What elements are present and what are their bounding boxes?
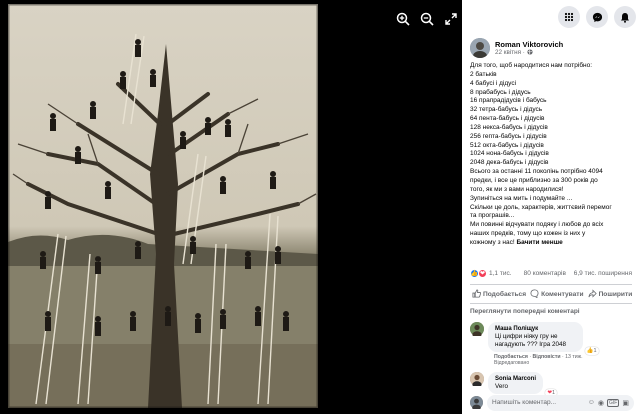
post-line: 1024 нона-бабусь і дідусів bbox=[470, 150, 549, 158]
fullscreen-icon[interactable] bbox=[442, 10, 460, 28]
comment-bubble: Маша Поліщук Ці цифри ніяку гру не нагад… bbox=[488, 322, 599, 355]
commenter-avatar[interactable] bbox=[470, 372, 484, 388]
share-button[interactable]: Поширити bbox=[586, 288, 635, 300]
post-line: Зупиніться на мить і подумайте ... bbox=[470, 194, 573, 202]
comment-text: нагадують ??? Ігра 2048 bbox=[495, 341, 567, 348]
post-line: Ми повинні відчувати подяку і любов до в… bbox=[470, 221, 604, 229]
commenter-name[interactable]: Маша Поліщук bbox=[495, 326, 538, 332]
messenger-icon[interactable] bbox=[586, 6, 608, 28]
comment-time[interactable]: · 13 тиж. bbox=[562, 354, 583, 360]
comment-button[interactable]: Коментувати bbox=[528, 288, 585, 300]
author-avatar[interactable] bbox=[470, 38, 490, 58]
comment-reaction-badge[interactable]: 👍1 bbox=[584, 347, 599, 355]
like-reaction-icon: 👍 bbox=[586, 348, 594, 354]
comment-bubble: Sonia Marconi Vero ❤1 bbox=[488, 372, 558, 397]
post-line: 256 гепта-бабусь і дідусів bbox=[470, 132, 547, 140]
comment-text: Vero bbox=[495, 383, 508, 390]
emoji-icon[interactable]: ☺ bbox=[588, 399, 595, 407]
composer-tools: ☺ ◉ GIF ▣ bbox=[588, 398, 629, 407]
view-previous-comments-link[interactable]: Переглянути попередні коментарі bbox=[470, 308, 580, 315]
sticker-icon[interactable]: ▣ bbox=[622, 399, 629, 407]
comment-item: Sonia Marconi Vero ❤1 bbox=[470, 372, 558, 397]
comment-text: Ці цифри ніяку гру не bbox=[495, 333, 558, 340]
post-body: Для того, щоб народитися нам потрібно: 2… bbox=[462, 58, 640, 248]
comment-count[interactable]: 80 коментарів bbox=[524, 270, 566, 277]
post-line: наших предків, тому що кожен із них у bbox=[470, 230, 586, 238]
comment-icon bbox=[530, 288, 539, 300]
post-date: 22 квітня · bbox=[495, 48, 563, 57]
camera-icon[interactable]: ◉ bbox=[598, 399, 604, 407]
notifications-icon[interactable] bbox=[614, 6, 636, 28]
post-line: предки, і все це приблизно за 300 років … bbox=[470, 176, 598, 184]
own-avatar[interactable] bbox=[470, 396, 483, 411]
commenter-avatar[interactable] bbox=[470, 322, 484, 338]
photo-viewer bbox=[0, 0, 462, 414]
zoom-out-icon[interactable] bbox=[418, 10, 436, 28]
love-reaction-icon: ❤ bbox=[478, 268, 487, 278]
comment-input-placeholder: Напишіть коментар... bbox=[492, 399, 557, 406]
comment-input[interactable]: Напишіть коментар... ☺ ◉ GIF ▣ bbox=[487, 394, 634, 411]
reaction-count[interactable]: 1,1 тис. bbox=[489, 270, 512, 277]
author-name[interactable]: Roman Viktorovich bbox=[495, 40, 563, 49]
post-date-text[interactable]: 22 квітня · bbox=[495, 49, 525, 56]
post-line: Для того, щоб народитися нам потрібно: bbox=[470, 62, 593, 69]
post-line: 2048 дека-бабусь і дідусів bbox=[470, 159, 549, 167]
thumbs-up-icon bbox=[472, 288, 482, 300]
viewer-toolbar bbox=[394, 10, 460, 28]
gif-icon[interactable]: GIF bbox=[607, 398, 620, 407]
post-line: 16 прапрадідусів і бабусь bbox=[470, 97, 547, 105]
post-header: Roman Viktorovich 22 квітня · bbox=[462, 34, 640, 58]
comment-label: Коментувати bbox=[541, 290, 584, 298]
post-line: та програшів... bbox=[470, 212, 515, 220]
comment-item: Маша Поліщук Ці цифри ніяку гру не нагад… bbox=[470, 322, 599, 366]
see-less-link[interactable]: Бачити менше bbox=[516, 239, 562, 246]
post-line: 4 бабусі і дідусі bbox=[470, 79, 517, 87]
zoom-in-icon[interactable] bbox=[394, 10, 412, 28]
globe-icon bbox=[527, 48, 533, 57]
grid-menu-icon[interactable] bbox=[558, 6, 580, 28]
post-line: 32 тетра-бабусь і дідусь bbox=[470, 106, 543, 114]
historical-family-tree-photo[interactable] bbox=[8, 4, 318, 408]
comment-reaction-count: 1 bbox=[593, 348, 597, 354]
post-line: 64 пента-бабусь і дідусів bbox=[470, 115, 545, 123]
share-count[interactable]: 6,9 тис. поширення bbox=[574, 270, 632, 277]
post-actions: Подобається Коментувати Поширити bbox=[470, 284, 632, 304]
share-icon bbox=[588, 288, 597, 300]
comment-reply-link[interactable]: Відповісти bbox=[533, 354, 561, 360]
post-stats: 👍 ❤ 1,1 тис. 80 коментарів 6,9 тис. поши… bbox=[470, 266, 632, 280]
post-line-text: кожному з нас! bbox=[470, 238, 517, 246]
comment-composer: Напишіть коментар... ☺ ◉ GIF ▣ bbox=[470, 394, 634, 411]
post-line: Всього за останні 11 поколінь потрібно 4… bbox=[470, 168, 603, 176]
post-side-panel: Roman Viktorovich 22 квітня · Для того, … bbox=[462, 0, 640, 414]
post-line: того, як ми з вами народилися! bbox=[470, 185, 564, 193]
like-label: Подобається bbox=[483, 290, 527, 298]
post-line: 2 батьків bbox=[470, 70, 497, 78]
post-line: 128 некса-бабусь і дідусів bbox=[470, 123, 548, 131]
commenter-name[interactable]: Sonia Marconi bbox=[495, 376, 536, 382]
top-bar bbox=[462, 0, 640, 34]
post-line: кожному з нас! Бачити менше bbox=[470, 239, 632, 248]
comment-edited-label: Відредаговано bbox=[494, 360, 530, 366]
photo-drawing bbox=[8, 4, 318, 408]
share-label: Поширити bbox=[598, 290, 633, 298]
like-button[interactable]: Подобається bbox=[470, 288, 528, 300]
